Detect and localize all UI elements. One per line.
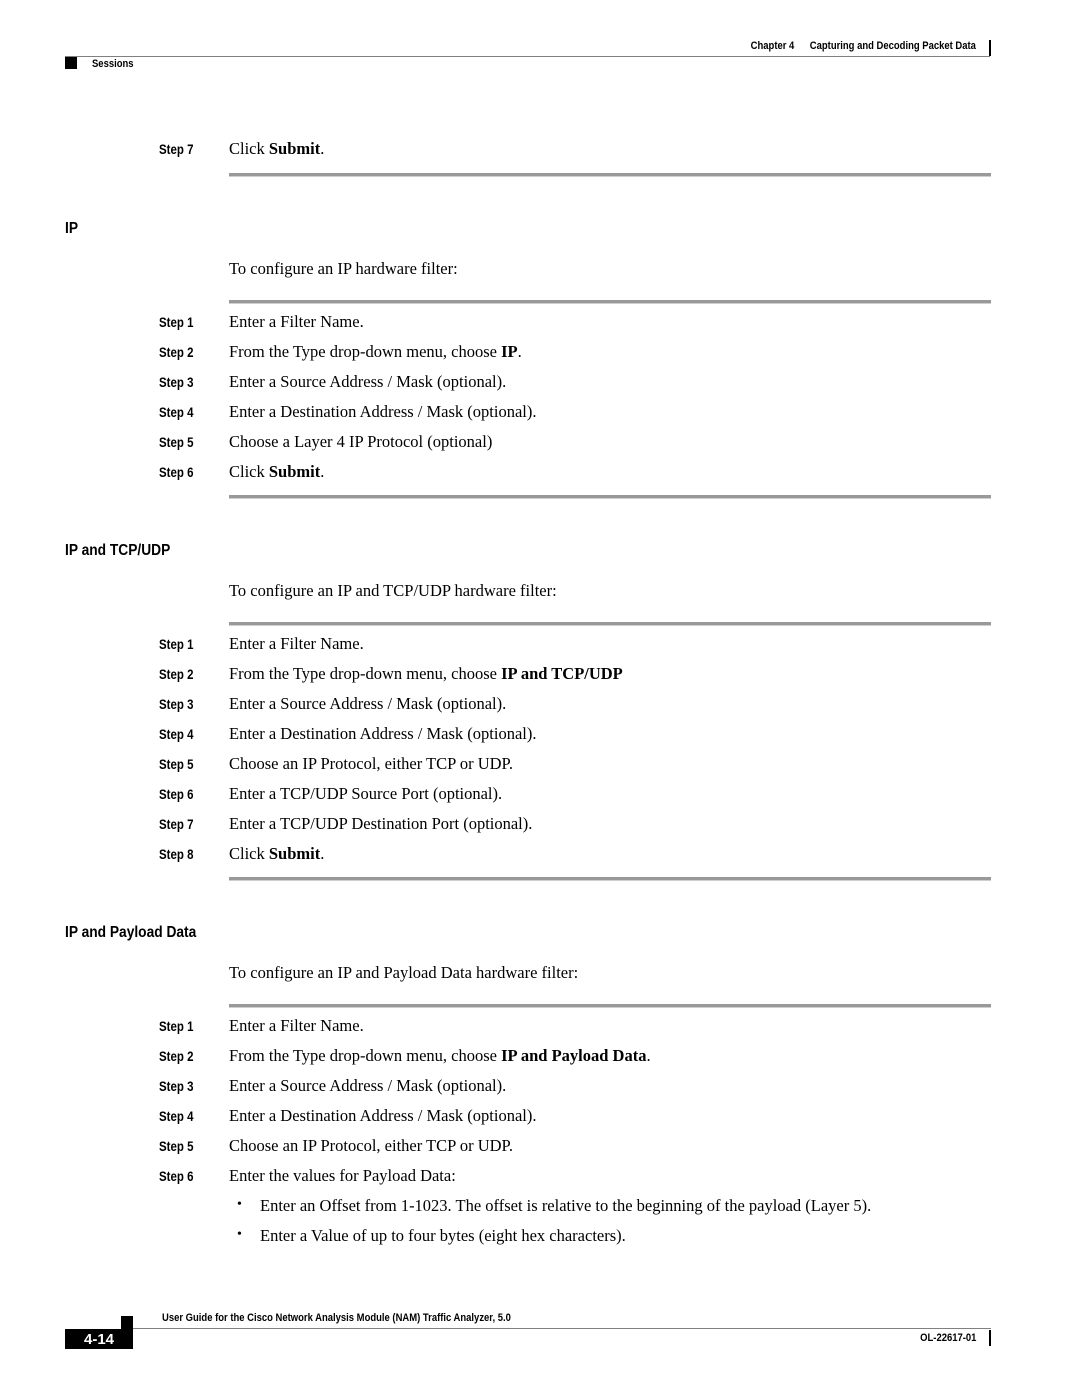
section-intro: To configure an IP hardware filter: <box>229 259 458 278</box>
step-text: Enter a Destination Address / Mask (opti… <box>229 724 537 743</box>
step-label: Step 4 <box>159 726 194 742</box>
step-label: Step 2 <box>159 1048 194 1064</box>
step-text: From the Type drop-down menu, choose IP … <box>229 1046 651 1065</box>
step-text: Choose an IP Protocol, either TCP or UDP… <box>229 1136 514 1155</box>
bullet-icon: • <box>237 1227 242 1242</box>
footer-title: User Guide for the Cisco Network Analysi… <box>162 1312 511 1324</box>
footer-marker-square <box>121 1316 133 1329</box>
step-text: Click Submit. <box>229 462 325 481</box>
step-text: From the Type drop-down menu, choose IP … <box>229 664 623 683</box>
step-label: Step 3 <box>159 696 194 712</box>
step-text: Enter a Destination Address / Mask (opti… <box>229 402 537 421</box>
step-label: Step 3 <box>159 374 194 390</box>
procedure-end-rule <box>229 877 991 881</box>
procedure-start-rule <box>229 1004 991 1008</box>
procedure-end-rule <box>229 495 991 499</box>
step-label: Step 6 <box>159 1168 194 1184</box>
page-number-badge: 4-14 <box>65 1329 133 1349</box>
step-label: Step 1 <box>159 636 194 652</box>
step-label: Step 2 <box>159 344 194 360</box>
step-text: Enter a Source Address / Mask (optional)… <box>229 694 507 713</box>
section-heading-ip-payload: IP and Payload Data <box>65 924 197 941</box>
step-label: Step 2 <box>159 666 194 682</box>
header-section: Sessions <box>92 58 134 70</box>
step-text: Enter a Destination Address / Mask (opti… <box>229 1106 537 1125</box>
step-text: Click Submit. <box>229 844 325 863</box>
step-text: Enter a Source Address / Mask (optional)… <box>229 372 507 391</box>
step-text: From the Type drop-down menu, choose IP. <box>229 342 522 361</box>
section-heading-ip-tcp-udp: IP and TCP/UDP <box>65 542 171 559</box>
header-marker-bar <box>989 40 991 56</box>
section-marker-square <box>65 57 77 69</box>
step-text: Enter the values for Payload Data: <box>229 1166 456 1185</box>
section-intro: To configure an IP and TCP/UDP hardware … <box>229 581 557 600</box>
step-text: Click Submit. <box>229 139 325 158</box>
step-text: Enter a TCP/UDP Destination Port (option… <box>229 814 533 833</box>
step-text: Choose an IP Protocol, either TCP or UDP… <box>229 754 514 773</box>
bullet-text: Enter a Value of up to four bytes (eight… <box>260 1226 626 1245</box>
step-label: Step 1 <box>159 314 194 330</box>
step-label: Step 1 <box>159 1018 194 1034</box>
step-label: Step 7 <box>159 141 194 157</box>
step-label: Step 5 <box>159 756 194 772</box>
procedure-end-rule <box>229 173 991 177</box>
document-number: OL-22617-01 <box>919 1332 976 1344</box>
step-text: Choose a Layer 4 IP Protocol (optional) <box>229 432 493 451</box>
step-label: Step 6 <box>159 464 194 480</box>
step-label: Step 6 <box>159 786 194 802</box>
step-label: Step 4 <box>159 404 194 420</box>
step-text: Enter a Filter Name. <box>229 312 364 331</box>
chapter-title: Capturing and Decoding Packet Data <box>809 40 976 52</box>
footer-marker-bar <box>989 1330 991 1346</box>
step-label: Step 8 <box>159 846 194 862</box>
chapter-label: Chapter 4 <box>750 40 795 52</box>
procedure-start-rule <box>229 300 991 304</box>
bullet-icon: • <box>237 1197 242 1212</box>
step-label: Step 7 <box>159 816 194 832</box>
procedure-start-rule <box>229 622 991 626</box>
section-intro: To configure an IP and Payload Data hard… <box>229 963 579 982</box>
step-label: Step 5 <box>159 434 194 450</box>
step-label: Step 4 <box>159 1108 194 1124</box>
step-text: Enter a Source Address / Mask (optional)… <box>229 1076 507 1095</box>
step-label: Step 3 <box>159 1078 194 1094</box>
step-text: Enter a Filter Name. <box>229 1016 364 1035</box>
header-chapter: Chapter 4 Capturing and Decoding Packet D… <box>751 40 976 52</box>
step-text: Enter a Filter Name. <box>229 634 364 653</box>
header-rule <box>65 56 990 57</box>
step-label: Step 5 <box>159 1138 194 1154</box>
section-heading-ip: IP <box>65 220 79 237</box>
bullet-text: Enter an Offset from 1-1023. The offset … <box>260 1196 872 1215</box>
step-text: Enter a TCP/UDP Source Port (optional). <box>229 784 503 803</box>
footer-rule <box>133 1328 991 1329</box>
